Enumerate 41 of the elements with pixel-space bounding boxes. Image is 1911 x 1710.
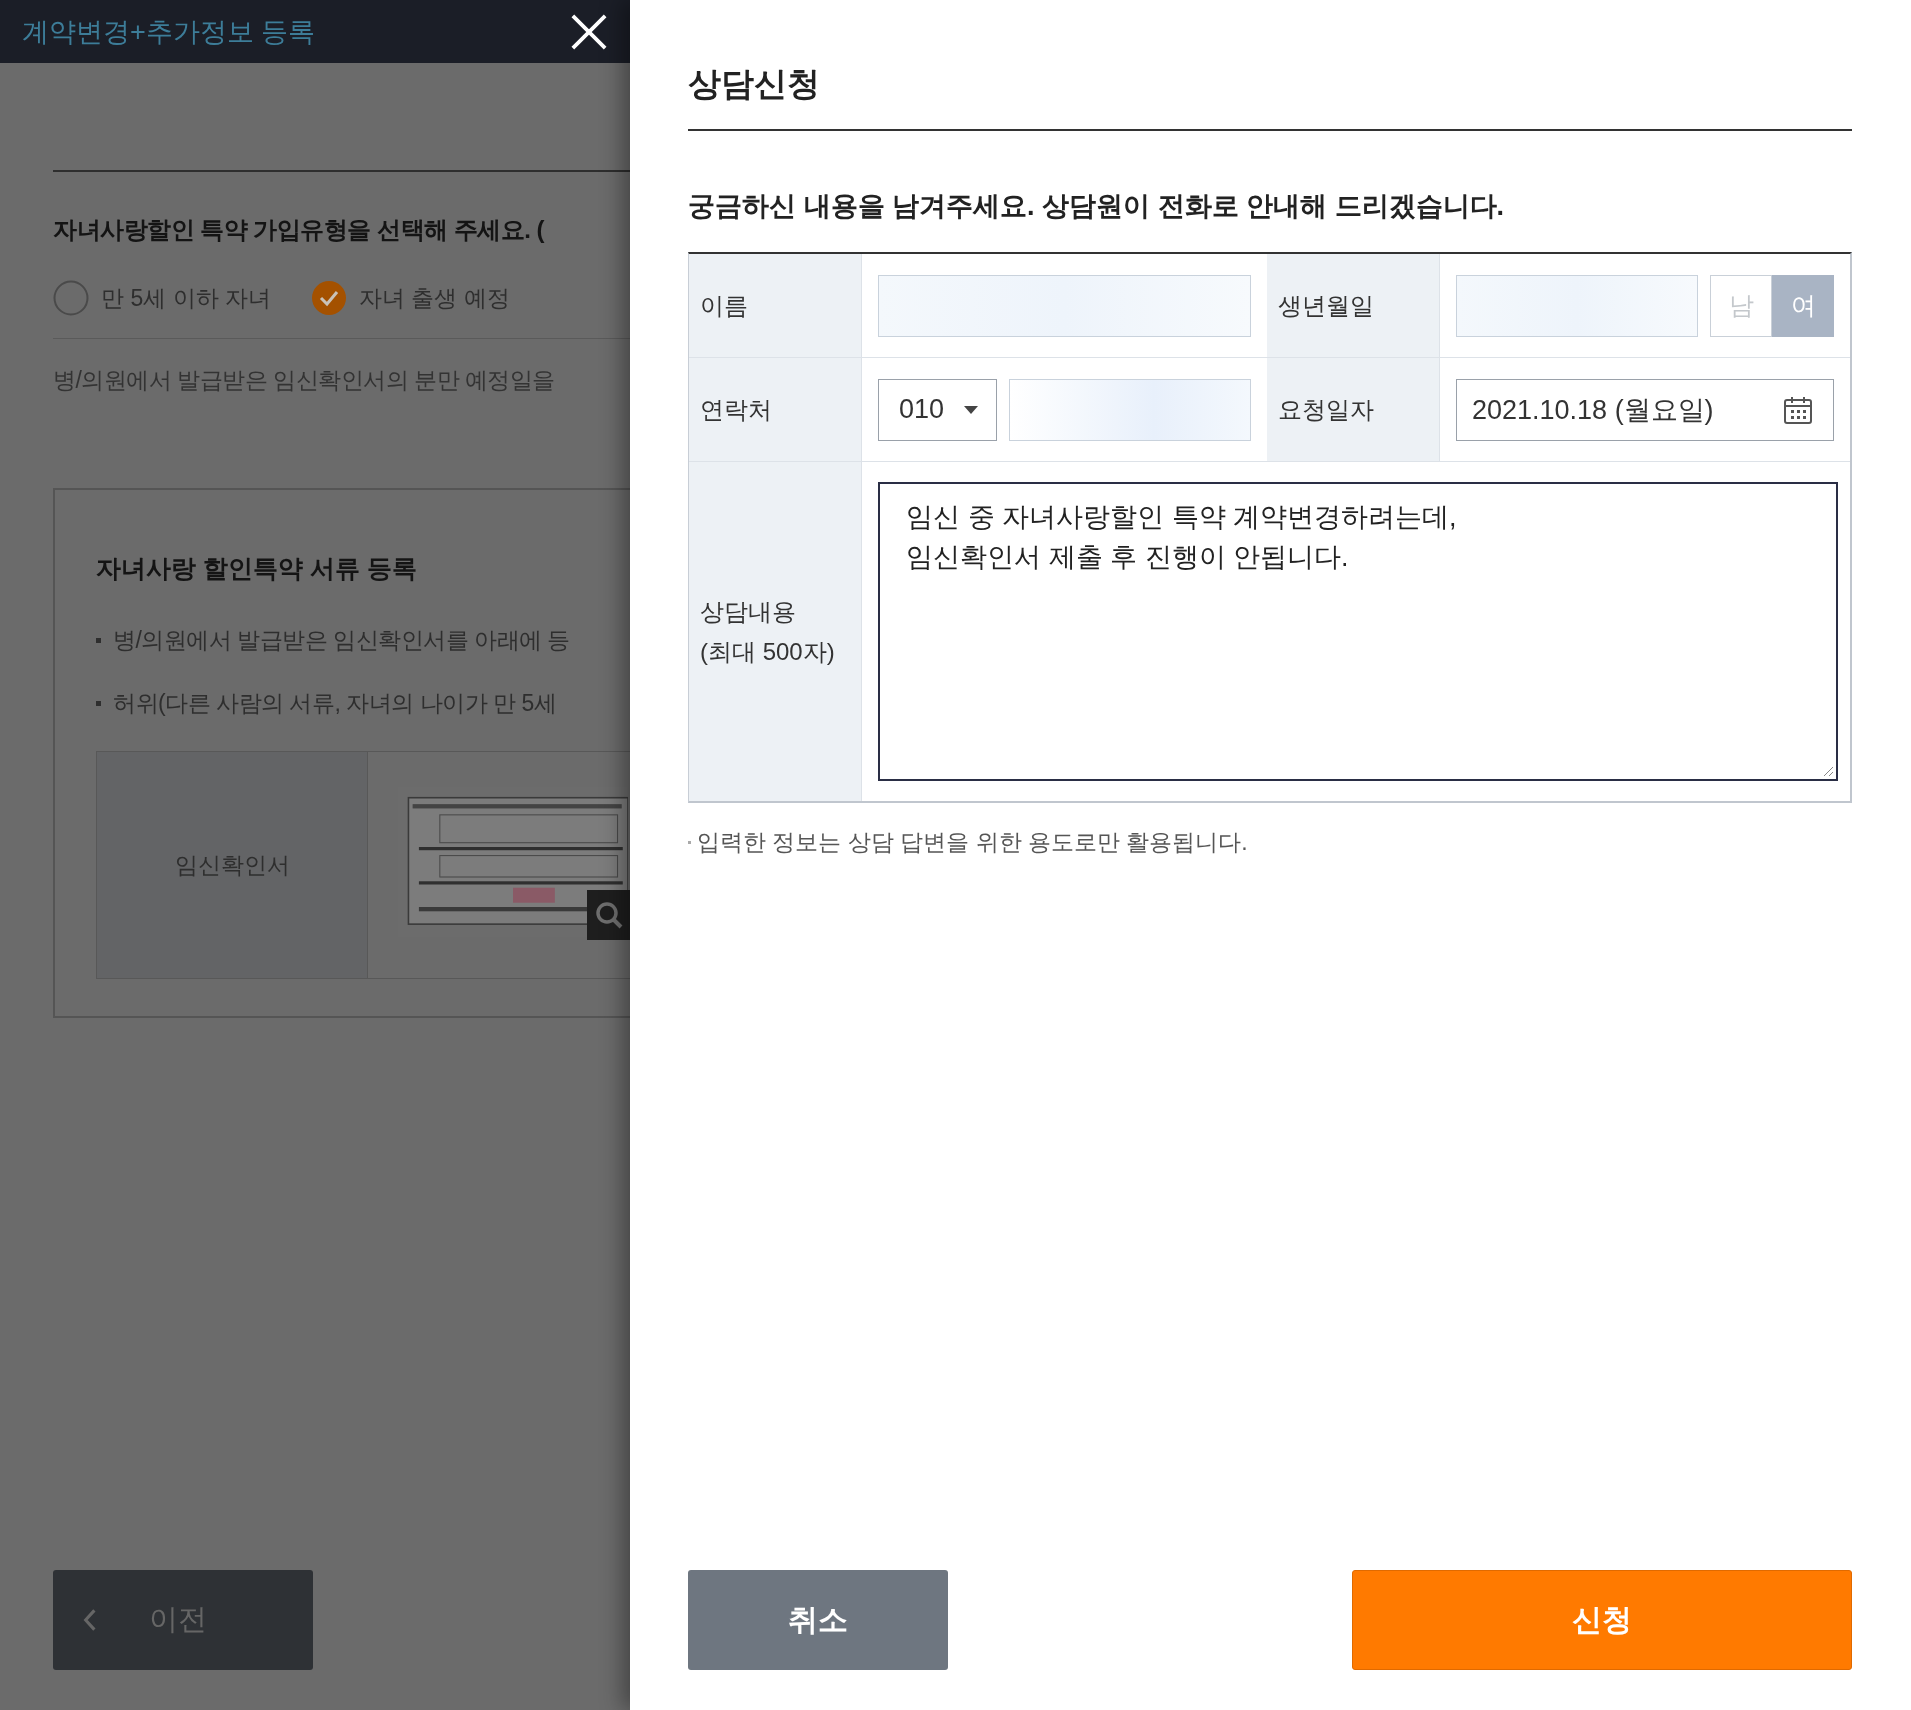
gender-toggle[interactable]: 여 [1772,274,1834,337]
field-label: 이름 [689,254,862,358]
privacy-note: 입력한 정보는 상담 답변을 위한 용도로만 활용됩니다. [697,828,1248,857]
bullet-icon [96,701,101,706]
field-label: 연락처 [689,358,862,462]
radio-option[interactable]: 자녀 출생 예정 [310,280,510,316]
input-field[interactable] [1009,378,1251,441]
resize-handle-icon[interactable] [1822,765,1834,777]
circle-icon [53,280,89,316]
caret-icon [964,405,978,414]
field-label: 상담내용 [700,596,796,627]
page-title: 계약변경+추가정보 등록 [22,15,316,49]
submit-button[interactable]: 신청 [1352,1570,1852,1670]
message-field[interactable]: 임신 중 자녀사랑할인 특약 계약변경하려는데, 임신확인서 제출 후 진행이 안됩니다. [878,482,1838,781]
previous-button[interactable]: 이전 [53,1570,313,1670]
prefix-dropdown[interactable]: 010 [878,378,997,441]
search-icon [593,900,624,930]
check-circle-icon [310,280,347,316]
radio-option[interactable]: 만 5세 이하 자녀 [53,280,271,316]
bullet-text: 병/의원에서 발급받은 임신확인서를 아래에 등 [113,626,570,655]
bullet-text: 허위(다른 사람의 서류, 자녀의 나이가 만 5세 [113,689,557,718]
date-field[interactable]: 2021.10.18 (월요일) [1456,378,1834,441]
calendar-icon[interactable] [1783,394,1813,425]
gender-toggle[interactable]: 남 [1710,274,1772,337]
field-label: 요청일자 [1267,358,1440,462]
intro-text: 궁금하신 내용을 남겨주세요. 상담원이 전화로 안내해 드리겠습니다. [688,190,1505,223]
cancel-button[interactable]: 취소 [688,1570,948,1670]
character-limit: (최대 500자) [700,636,835,667]
dialog-title: 상담신청 [688,62,1852,131]
bullet-icon [688,841,691,844]
bullet-icon [96,638,101,643]
zoom-button[interactable] [587,890,630,940]
field-label: 생년월일 [1267,254,1440,358]
document-label: 임신확인서 [97,752,368,978]
section-title: 자녀사랑 할인특약 서류 등록 [96,553,418,584]
close-icon[interactable] [570,12,608,51]
question-heading: 자녀사랑할인 특약 가입유형을 선택해 주세요. ( [53,215,546,245]
input-field[interactable] [878,274,1251,337]
input-field[interactable] [1456,274,1698,337]
instruction-text: 병/의원에서 발급받은 임신확인서의 분만 예정일을 [53,366,556,395]
chevron-left-icon [83,1608,97,1632]
